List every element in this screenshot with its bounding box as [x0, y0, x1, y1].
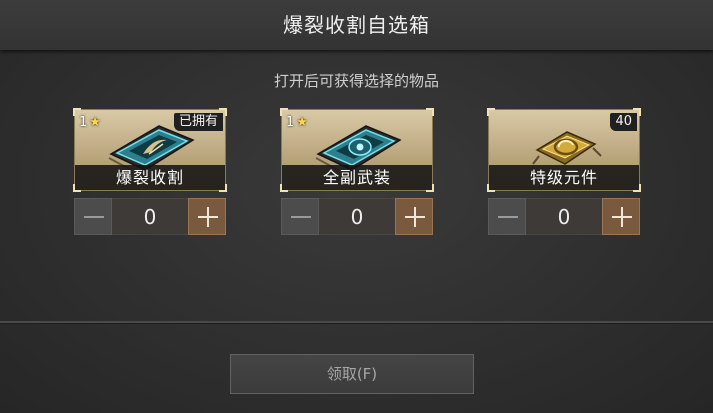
dialog-subtitle: 打开后可获得选择的物品: [273, 72, 439, 90]
quantity-value[interactable]: 0: [526, 198, 602, 235]
level-number: 1: [79, 115, 88, 130]
item-card-2[interactable]: 1 ★ 全副武装: [280, 108, 434, 192]
increase-button[interactable]: [188, 198, 226, 235]
increase-button[interactable]: [395, 198, 433, 235]
count-badge: 40: [610, 113, 637, 131]
quantity-value[interactable]: 0: [112, 198, 188, 235]
quantity-stepper-1: 0: [74, 198, 226, 235]
item-card-3[interactable]: 40 特级元件: [487, 108, 641, 192]
decrease-button[interactable]: [488, 198, 526, 235]
item-name: 特级元件: [489, 165, 639, 190]
level-number: 1: [286, 115, 295, 130]
dialog-title: 爆裂收割自选箱: [0, 0, 713, 50]
quantity-stepper-3: 0: [488, 198, 640, 235]
item-name: 全副武装: [282, 165, 432, 190]
decrease-button[interactable]: [74, 198, 112, 235]
item-level: 1 ★: [286, 115, 308, 130]
owned-badge: 已拥有: [173, 113, 223, 131]
corner-decoration: [426, 108, 434, 116]
item-name: 爆裂收割: [75, 165, 225, 190]
star-icon: ★: [89, 115, 101, 130]
star-icon: ★: [296, 115, 308, 130]
item-level: 1 ★: [79, 115, 101, 130]
decrease-button[interactable]: [281, 198, 319, 235]
claim-button[interactable]: 领取(F): [230, 354, 474, 394]
increase-button[interactable]: [602, 198, 640, 235]
corner-decoration: [487, 108, 495, 116]
footer-divider: [0, 321, 713, 323]
item-card-1[interactable]: 1 ★ 已拥有 爆裂收割: [73, 108, 227, 192]
quantity-value[interactable]: 0: [319, 198, 395, 235]
quantity-stepper-2: 0: [281, 198, 433, 235]
